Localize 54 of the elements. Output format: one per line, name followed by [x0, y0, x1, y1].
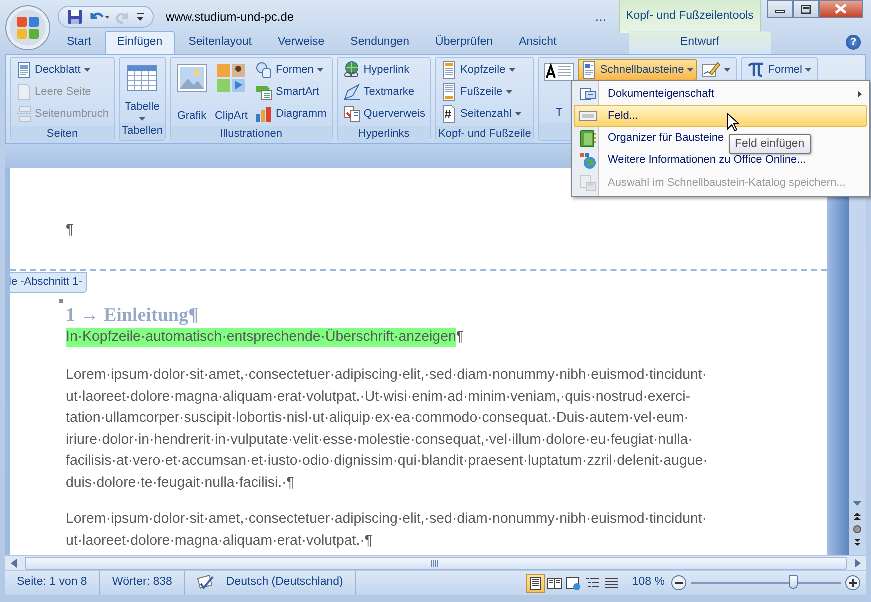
ribbon-button[interactable]: Grafik: [172, 59, 211, 125]
ribbon-tab[interactable]: Einfügen: [105, 30, 175, 54]
tooltip: Feld einfügen: [729, 134, 811, 154]
ribbon-button[interactable]: Kopfzeile: [438, 59, 525, 81]
ribbon-button[interactable]: Diagramm: [252, 103, 330, 125]
ribbon-button[interactable]: Tabelle: [122, 59, 163, 122]
ribbon-button[interactable]: Textmarke: [340, 81, 428, 103]
ribbon-button[interactable]: Querverweis: [340, 103, 428, 125]
paragraph-mark: ¶: [456, 328, 464, 347]
window-title: www.studium-und-pc.de: [166, 8, 294, 26]
ribbon-button[interactable]: Seitenzahl: [438, 103, 525, 125]
text-line: ut·laoreet·dolore·magna·aliquam·erat·volutpat.·Ut·wisi·enim·ad·minim·veniam,·quis·nostrud·exerci-: [66, 388, 690, 406]
paragraph-mark: ¶: [66, 221, 74, 240]
text-line: iriure·dolor·in·hendrerit·in·vulputate·velit·esse·molestie·consequat,·vel·illum·dolore·eu·feugiat·nulla·: [66, 430, 693, 450]
ribbon-button[interactable]: Schnellbausteine: [578, 59, 698, 81]
group-label: Illustrationen: [170, 126, 332, 143]
ribbon-tab[interactable]: Sendungen: [338, 30, 422, 54]
header-section-label: le -Abschnitt 1-: [10, 272, 88, 292]
menu-item[interactable]: Organizer für Bausteine: [578, 130, 724, 148]
ribbon-button[interactable]: Formel: [744, 59, 816, 81]
ribbon-tab[interactable]: Ansicht: [507, 30, 569, 54]
text-line: duis·dolore·te·feugait·nulla·facilisi.·¶: [66, 474, 294, 492]
group-label: Kopf- und Fußzeile: [436, 126, 534, 143]
page-count[interactable]: Seite: 1 von 8: [5, 571, 100, 595]
ribbon-button[interactable]: ClipArt: [212, 59, 251, 125]
text-line: facilisis·at·vero·et·accumsan·et·iusto·odio·dignissim·qui·blandit·praesent·luptatum·zzril·delenit·augue·: [66, 452, 708, 471]
help-button[interactable]: ?: [846, 35, 861, 50]
menu-item[interactable]: Dokumenteigenschaft: [578, 85, 862, 104]
text-line: tation·ullamcorper·suscipit·lobortis·nisl·ut·aliquip·ex·ea·commodo·consequat.·Duis·autem·vel·eum·: [66, 409, 689, 428]
group-label: Hyperlinks: [338, 126, 430, 143]
ribbon-button[interactable]: Formen: [252, 59, 330, 81]
group-label: Seiten: [11, 126, 114, 143]
ribbon-tab[interactable]: Verweise: [266, 30, 337, 54]
ribbon-button[interactable]: SmartArt: [252, 81, 330, 103]
ribbon-tab[interactable]: Entwurf: [629, 30, 771, 54]
language-label[interactable]: Deutsch (Deutschland): [226, 574, 344, 592]
text-line: Lorem·ipsum·dolor·sit·amet,·consectetuer·adipiscing·elit,·sed·diam·nonummy·nibh·euismod·tincidunt·: [66, 366, 708, 385]
ribbon-tab[interactable]: Überprüfen: [424, 30, 506, 54]
ribbon-button[interactable]: Fußzeile: [438, 81, 525, 103]
ribbon-button[interactable]: Hyperlink: [340, 59, 428, 81]
group-label: Tabellen: [120, 123, 165, 140]
word-count[interactable]: Wörter: 838: [100, 571, 186, 595]
text-line: Lorem·ipsum·dolor·sit·amet,·consectetuer·adipiscing·elit,·sed·diam·nonummy·nibh·euismod·tincidunt·: [66, 510, 708, 529]
highlighted-text: In·Kopfzeile·automatisch·entsprechende·Überschrift·anzeigen: [66, 328, 456, 347]
ribbon-button[interactable]: Deckblatt: [13, 59, 112, 81]
zoom-level[interactable]: 108 %: [632, 574, 665, 592]
heading: 1 → Einleitung¶: [66, 304, 199, 328]
contextual-tab-label: Kopf- und Fußzeilentools: [619, 0, 761, 33]
ribbon-tab[interactable]: Seitenlayout: [176, 30, 264, 54]
text-line: ut·laoreet·dolore·magna·aliquam·erat·volutpat.·¶: [66, 532, 372, 550]
ribbon-tab[interactable]: Start: [55, 30, 104, 54]
menu-item[interactable]: Feld...: [574, 105, 867, 128]
window-title-ellipsis: …: [595, 8, 607, 26]
menu-item[interactable]: Weitere Informationen zu Office Online...: [578, 152, 806, 170]
